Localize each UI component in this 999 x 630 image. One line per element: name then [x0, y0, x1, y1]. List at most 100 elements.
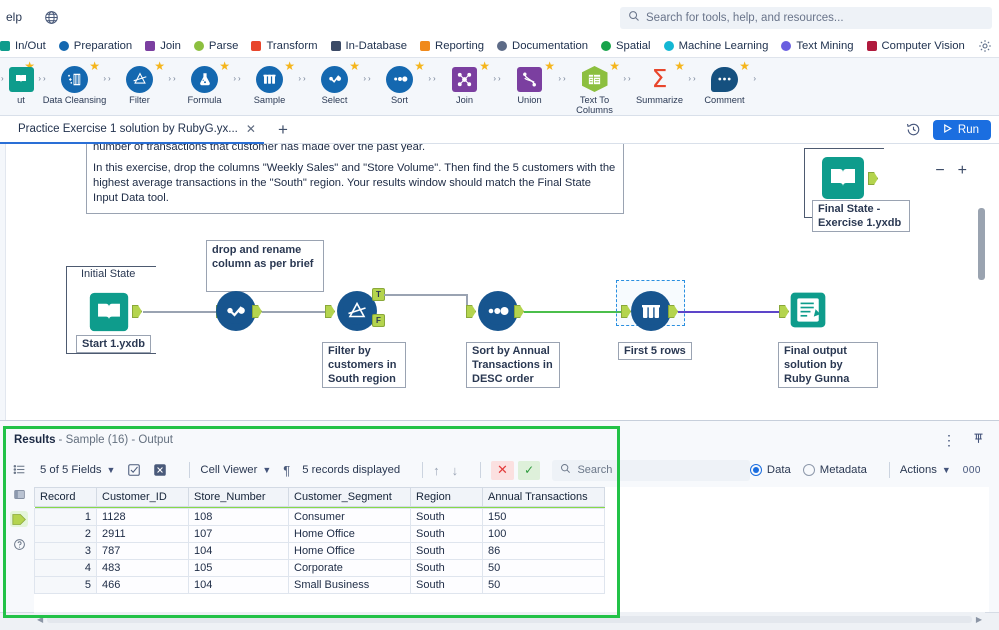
- node-final-state-icon[interactable]: [820, 155, 866, 201]
- node-filter-false-anchor[interactable]: F: [372, 314, 385, 327]
- arrow-down-icon[interactable]: ↓: [452, 463, 459, 478]
- node-output-input-anchor[interactable]: [779, 305, 789, 318]
- category-computer-vision[interactable]: Computer Vision: [866, 40, 965, 52]
- column-header[interactable]: Customer_ID: [96, 487, 189, 507]
- tool-comment[interactable]: ★ › › Comment: [692, 60, 757, 105]
- plus-icon[interactable]: +: [958, 162, 967, 180]
- list-icon[interactable]: [10, 461, 28, 477]
- node-filter-icon[interactable]: [337, 291, 377, 331]
- node-sort-output-anchor[interactable]: [514, 305, 524, 318]
- tool-sort[interactable]: ★ › › Sort: [367, 60, 432, 105]
- tool-filter[interactable]: ★ › › Filter: [107, 60, 172, 105]
- category-preparation[interactable]: Preparation: [58, 40, 132, 52]
- table-row[interactable]: 2 2911 107 Home Office South 100: [34, 525, 605, 543]
- category-in-out[interactable]: In/Out: [0, 40, 46, 52]
- gear-icon[interactable]: [978, 39, 992, 53]
- category-spatial[interactable]: Spatial: [601, 40, 651, 52]
- plus-icon[interactable]: +: [264, 120, 302, 140]
- tool-text-to-columns[interactable]: ★ › › Text To Columns: [562, 60, 627, 115]
- column-header[interactable]: Region: [410, 487, 483, 507]
- node-output-icon[interactable]: [789, 291, 827, 329]
- scroll-right-arrow-icon[interactable]: ▶: [976, 615, 982, 624]
- category-in-database[interactable]: In-Database: [330, 40, 407, 52]
- tool-sample[interactable]: ★ › › Sample: [237, 60, 302, 105]
- fields-dropdown[interactable]: 5 of 5 Fields ▼: [40, 464, 115, 476]
- panel-icon[interactable]: [10, 486, 28, 502]
- globe-icon[interactable]: [42, 8, 60, 26]
- node-sort-icon[interactable]: [478, 291, 518, 331]
- tool-union[interactable]: ★ › › Union: [497, 60, 562, 105]
- tool-label: Sort: [390, 95, 409, 105]
- category-parse[interactable]: Parse: [193, 40, 238, 52]
- canvas-vertical-scrollbar[interactable]: [978, 180, 985, 380]
- x-icon[interactable]: ✕: [491, 460, 514, 480]
- table-cell: 86: [482, 542, 605, 560]
- pin-icon[interactable]: [972, 432, 985, 448]
- category-text-mining[interactable]: Text Mining: [781, 40, 854, 52]
- note-drop-rename[interactable]: drop and rename column as per brief: [206, 240, 324, 292]
- category-label: Transform: [266, 39, 318, 52]
- pilcrow-icon[interactable]: ¶: [283, 463, 290, 478]
- global-search-box[interactable]: Search for tools, help, and resources...: [620, 7, 992, 29]
- minus-icon[interactable]: −: [935, 162, 944, 180]
- node-sort-input-anchor[interactable]: [466, 305, 476, 318]
- metadata-radio-option[interactable]: Metadata: [802, 464, 867, 476]
- tool-join[interactable]: ★ › › Join: [432, 60, 497, 105]
- node-select-output-anchor[interactable]: [252, 305, 262, 318]
- node-sample-icon[interactable]: [631, 291, 671, 331]
- x-square-icon[interactable]: [153, 463, 167, 477]
- tool-output-arrow-icon: ›: [103, 74, 106, 83]
- node-initial-state-icon[interactable]: [88, 291, 130, 333]
- tool-output-arrow-icon: ›: [558, 74, 561, 83]
- table-cell: 100: [482, 525, 605, 543]
- check-square-icon[interactable]: [127, 463, 141, 477]
- results-counter: 000: [962, 464, 981, 476]
- data-radio-option[interactable]: Data: [749, 464, 791, 476]
- tool-ut[interactable]: ★››ut: [0, 60, 42, 105]
- horizontal-scrollbar[interactable]: ◀ ▶: [34, 612, 985, 626]
- tool-data-cleansing[interactable]: ★ › › Data Cleansing: [42, 60, 107, 105]
- table-row[interactable]: 1 1128 108 Consumer South 150: [34, 508, 605, 526]
- tool-formula[interactable]: ★ › › Formula: [172, 60, 237, 105]
- table-cell: 107: [188, 525, 289, 543]
- anchor-icon[interactable]: [10, 511, 28, 527]
- actions-dropdown[interactable]: Actions ▼: [900, 464, 951, 476]
- column-header[interactable]: Record: [34, 487, 97, 507]
- workflow-tab[interactable]: Practice Exercise 1 solution by RubyG.yx…: [0, 115, 264, 144]
- close-icon[interactable]: ✕: [246, 122, 256, 136]
- kebab-menu-icon[interactable]: ⋮: [942, 433, 956, 447]
- column-header[interactable]: Store_Number: [188, 487, 289, 507]
- tool-output-arrow-icon: ›: [688, 74, 691, 83]
- run-button[interactable]: Run: [932, 119, 991, 140]
- scrollbar-thumb[interactable]: [978, 208, 985, 280]
- table-row[interactable]: 5 466 104 Small Business South 50: [34, 576, 605, 594]
- table-row[interactable]: 3 787 104 Home Office South 86: [34, 542, 605, 560]
- node-filter-input-anchor[interactable]: [325, 305, 335, 318]
- table-row[interactable]: 4 483 105 Corporate South 50: [34, 559, 605, 577]
- check-icon[interactable]: ✓: [517, 460, 541, 480]
- help-icon[interactable]: [10, 536, 28, 552]
- canvas-comment-box[interactable]: number of transactions that customer has…: [86, 144, 624, 214]
- category-join[interactable]: Join: [145, 40, 181, 52]
- tool-input-arrow-icon: ›: [238, 74, 241, 83]
- history-icon[interactable]: [906, 122, 921, 137]
- category-label: Machine Learning: [678, 39, 769, 52]
- tool-input-arrow-icon: ›: [368, 74, 371, 83]
- scroll-left-arrow-icon[interactable]: ◀: [37, 615, 43, 624]
- column-header[interactable]: Customer_Segment: [288, 487, 411, 507]
- scrollbar-track[interactable]: [47, 615, 972, 623]
- tool-select[interactable]: ★ › › Select: [302, 60, 367, 105]
- menu-item-help[interactable]: elp: [0, 10, 28, 24]
- results-table-container[interactable]: Record Customer_ID Store_Number Customer_Se…: [34, 487, 989, 613]
- category-machine-learning[interactable]: Machine Learning: [663, 39, 769, 52]
- arrow-up-icon[interactable]: ↑: [433, 463, 440, 478]
- tool-summarize[interactable]: ★ › › Σ Summarize: [627, 60, 692, 105]
- cell-viewer-dropdown[interactable]: Cell Viewer ▼: [200, 464, 271, 476]
- column-header[interactable]: Annual Transactions: [482, 487, 605, 507]
- workflow-canvas[interactable]: number of transactions that customer has…: [0, 144, 999, 420]
- node-select-icon[interactable]: [216, 291, 256, 331]
- category-reporting[interactable]: Reporting: [420, 40, 484, 52]
- category-documentation[interactable]: Documentation: [497, 40, 588, 52]
- category-transform[interactable]: Transform: [251, 39, 318, 52]
- results-search-input[interactable]: Search: [552, 459, 750, 481]
